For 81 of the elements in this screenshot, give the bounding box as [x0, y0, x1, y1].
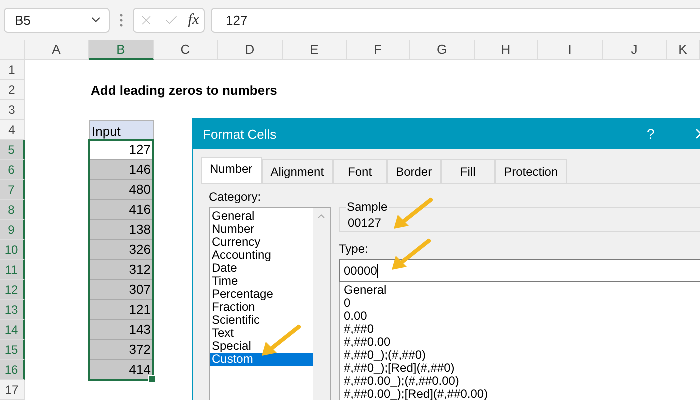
grip-icon [120, 13, 123, 27]
list-item[interactable]: Time [210, 275, 313, 288]
pointer-arrow [392, 239, 431, 270]
table-cell: 138 [89, 220, 154, 240]
row-header[interactable]: 11 [0, 260, 25, 280]
sample-label: Sample [346, 200, 389, 214]
row-header[interactable]: 3 [0, 100, 25, 120]
type-label: Type: [339, 242, 370, 256]
list-item[interactable]: Currency [210, 236, 313, 249]
list-item[interactable]: Fraction [210, 301, 313, 314]
column-header[interactable]: J [603, 40, 667, 60]
column-header[interactable]: E [283, 40, 347, 60]
column-header[interactable]: C [154, 40, 218, 60]
tab[interactable]: Protection [495, 159, 568, 183]
column-header[interactable]: F [347, 40, 410, 60]
list-item[interactable]: 0.00 [344, 310, 700, 323]
type-field[interactable]: 00000 [339, 259, 700, 282]
list-item[interactable]: General [344, 284, 700, 297]
table-cell: 121 [89, 300, 154, 320]
pointer-arrow [262, 325, 301, 356]
list-item[interactable]: #,##0 [344, 323, 700, 336]
column-header[interactable]: H [475, 40, 538, 60]
table-cell: 146 [89, 160, 154, 180]
list-item[interactable]: Accounting [210, 249, 313, 262]
formula-field[interactable]: 127 [211, 8, 700, 32]
row-header[interactable]: 6 [0, 160, 25, 180]
table-cell: 416 [89, 200, 154, 220]
column-header[interactable]: A [25, 40, 89, 60]
table-cell: 480 [89, 180, 154, 200]
list-item[interactable]: #,##0_);[Red](#,##0) [344, 362, 700, 375]
list-item[interactable]: Special [210, 340, 313, 353]
list-item[interactable]: General [210, 210, 313, 223]
row-header[interactable]: 15 [0, 340, 25, 360]
list-item[interactable]: Custom [210, 353, 313, 366]
column-header[interactable]: D [218, 40, 283, 60]
list-item[interactable]: Percentage [210, 288, 313, 301]
tab[interactable]: Font [333, 159, 388, 183]
select-all-corner[interactable] [0, 40, 25, 60]
fill-handle[interactable] [148, 375, 156, 383]
column-header[interactable]: B [89, 40, 154, 60]
row-header[interactable]: 1 [0, 60, 25, 80]
list-item[interactable]: #,##0.00 [344, 336, 700, 349]
name-box[interactable]: B5 [4, 8, 110, 32]
list-item[interactable]: Number [210, 223, 313, 236]
tab[interactable]: Alignment [262, 159, 334, 183]
table-cell: 143 [89, 320, 154, 340]
column-header[interactable]: K [667, 40, 700, 60]
table-header-cell: Input [89, 120, 154, 140]
row-header[interactable]: 7 [0, 180, 25, 200]
row-header[interactable]: 16 [0, 360, 25, 380]
row-header[interactable]: 4 [0, 120, 25, 140]
column-header[interactable]: G [410, 40, 475, 60]
row-header[interactable]: 12 [0, 280, 25, 300]
tab[interactable]: Number [201, 157, 262, 183]
row-header[interactable]: 5 [0, 140, 25, 160]
row-header[interactable]: 14 [0, 320, 25, 340]
tab[interactable]: Fill [441, 159, 496, 183]
list-item[interactable]: 0 [344, 297, 700, 310]
list-item[interactable]: Date [210, 262, 313, 275]
row-header[interactable]: 2 [0, 80, 25, 100]
table-cell: 307 [89, 280, 154, 300]
pointer-arrow [394, 198, 433, 229]
row-header[interactable]: 13 [0, 300, 25, 320]
row-header[interactable]: 9 [0, 220, 25, 240]
row-header[interactable]: 8 [0, 200, 25, 220]
row-header[interactable]: 10 [0, 240, 25, 260]
table-cell: 372 [89, 340, 154, 360]
table-cell: 326 [89, 240, 154, 260]
list-item[interactable]: Text [210, 327, 313, 340]
category-label: Category: [209, 190, 262, 204]
list-item[interactable]: #,##0.00_);(#,##0.00) [344, 375, 700, 388]
sheet-title: Add leading zeros to numbers [90, 82, 278, 100]
sample-value: 00127 [348, 216, 382, 230]
tab[interactable]: Border [387, 159, 442, 183]
row-header[interactable]: 17 [0, 380, 25, 400]
column-header[interactable]: I [538, 40, 603, 60]
dialog-title: Format Cells [203, 126, 278, 142]
table-cell: 312 [89, 260, 154, 280]
list-item[interactable]: #,##0_);(#,##0) [344, 349, 700, 362]
list-item[interactable]: Scientific [210, 314, 313, 327]
function-icon[interactable]: fx [188, 12, 200, 28]
